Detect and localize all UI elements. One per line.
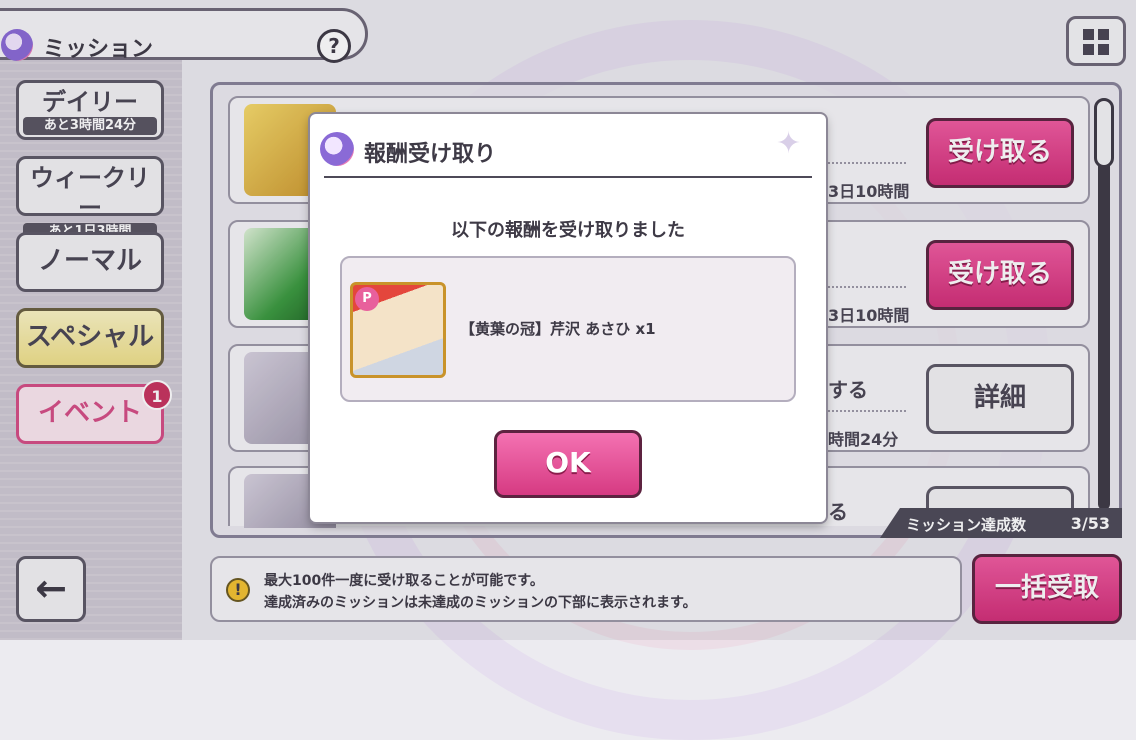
reward-card-thumbnail: P bbox=[350, 282, 446, 378]
reward-box: P 【黄葉の冠】芹沢 あさひ x1 bbox=[340, 256, 796, 402]
sparkle-icon: ✦ bbox=[776, 126, 802, 161]
dialog-title: 報酬受け取り bbox=[364, 142, 497, 167]
reward-name: 【黄葉の冠】芹沢 あさひ x1 bbox=[460, 320, 656, 338]
ok-button[interactable]: OK bbox=[494, 430, 642, 498]
reward-dialog: 報酬受け取り ✦ 以下の報酬を受け取りました P 【黄葉の冠】芹沢 あさひ x1… bbox=[310, 114, 826, 522]
dialog-message: 以下の報酬を受け取りました bbox=[451, 220, 685, 241]
dialog-divider bbox=[324, 176, 812, 178]
produce-p-icon: P bbox=[355, 287, 379, 311]
mission-icon bbox=[320, 132, 354, 166]
